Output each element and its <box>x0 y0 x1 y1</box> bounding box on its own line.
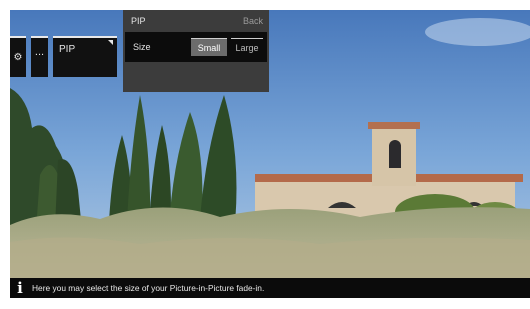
info-icon: i <box>17 279 23 297</box>
size-label: Size <box>133 42 151 52</box>
pip-menu: PIP Back Size Small Large <box>123 10 269 92</box>
tv-screen: ⚙ ... PIP PIP Back Size Small Large i He… <box>10 10 530 298</box>
size-option-small[interactable]: Small <box>191 38 227 56</box>
size-row: Size Small Large <box>125 32 267 62</box>
pip-menu-title: PIP <box>131 16 146 26</box>
info-text: Here you may select the size of your Pic… <box>32 283 265 293</box>
info-bar: i Here you may select the size of your P… <box>10 278 530 298</box>
back-button[interactable]: Back <box>243 16 263 26</box>
more-button[interactable]: ... <box>31 36 48 77</box>
more-label: ... <box>34 45 45 58</box>
corner-arrow-icon <box>108 40 113 45</box>
pip-button-label: PIP <box>59 44 76 55</box>
size-option-large[interactable]: Large <box>231 38 263 56</box>
pip-button[interactable]: PIP <box>53 36 117 77</box>
pip-menu-header: PIP Back <box>123 10 269 32</box>
gear-icon: ⚙ <box>13 52 23 63</box>
settings-button[interactable]: ⚙ <box>10 36 26 77</box>
